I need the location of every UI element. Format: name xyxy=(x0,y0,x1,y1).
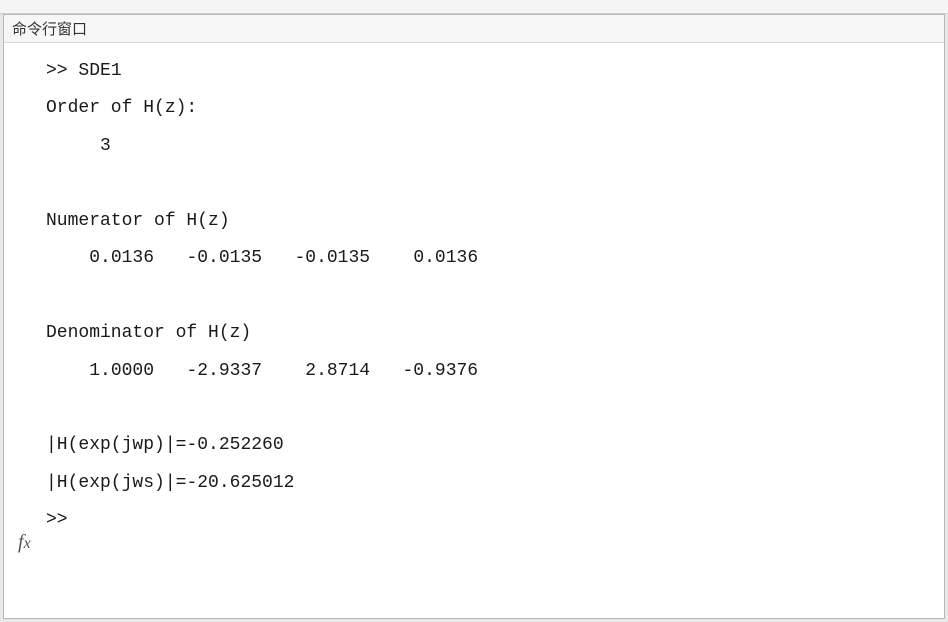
prompt: >> xyxy=(46,61,68,81)
denominator-v3: -0.9376 xyxy=(403,361,479,381)
prompt-ready[interactable]: >> xyxy=(46,510,68,530)
numerator-v3: 0.0136 xyxy=(413,248,478,268)
denominator-label: Denominator of H(z) xyxy=(46,323,251,343)
hjwp-label: |H(exp(jwp)|= xyxy=(46,435,186,455)
order-value: 3 xyxy=(100,136,111,156)
command-window-panel: 命令行窗口 fx >> SDE1 Order of H(z): 3 Numera… xyxy=(3,14,945,619)
hjws-label: |H(exp(jws)|= xyxy=(46,473,186,493)
denominator-v2: 2.8714 xyxy=(305,361,370,381)
app-frame: 命令行窗口 fx >> SDE1 Order of H(z): 3 Numera… xyxy=(0,0,948,622)
hjwp-value: -0.252260 xyxy=(186,435,283,455)
command-entered: SDE1 xyxy=(78,61,121,81)
fx-icon[interactable]: fx xyxy=(18,531,31,554)
numerator-label: Numerator of H(z) xyxy=(46,211,230,231)
panel-title-bar[interactable]: 命令行窗口 xyxy=(4,15,944,43)
numerator-v1: -0.0135 xyxy=(186,248,262,268)
console-gutter: fx xyxy=(4,43,46,618)
panel-title: 命令行窗口 xyxy=(12,18,87,39)
denominator-v1: -2.9337 xyxy=(186,361,262,381)
numerator-v0: 0.0136 xyxy=(89,248,154,268)
numerator-v2: -0.0135 xyxy=(294,248,370,268)
console-content[interactable]: fx >> SDE1 Order of H(z): 3 Numerator of… xyxy=(4,43,944,618)
order-label: Order of H(z): xyxy=(46,98,197,118)
toolbar-strip xyxy=(0,0,948,14)
denominator-v0: 1.0000 xyxy=(89,361,154,381)
hjws-value: -20.625012 xyxy=(186,473,294,493)
console-output[interactable]: >> SDE1 Order of H(z): 3 Numerator of H(… xyxy=(46,43,944,618)
